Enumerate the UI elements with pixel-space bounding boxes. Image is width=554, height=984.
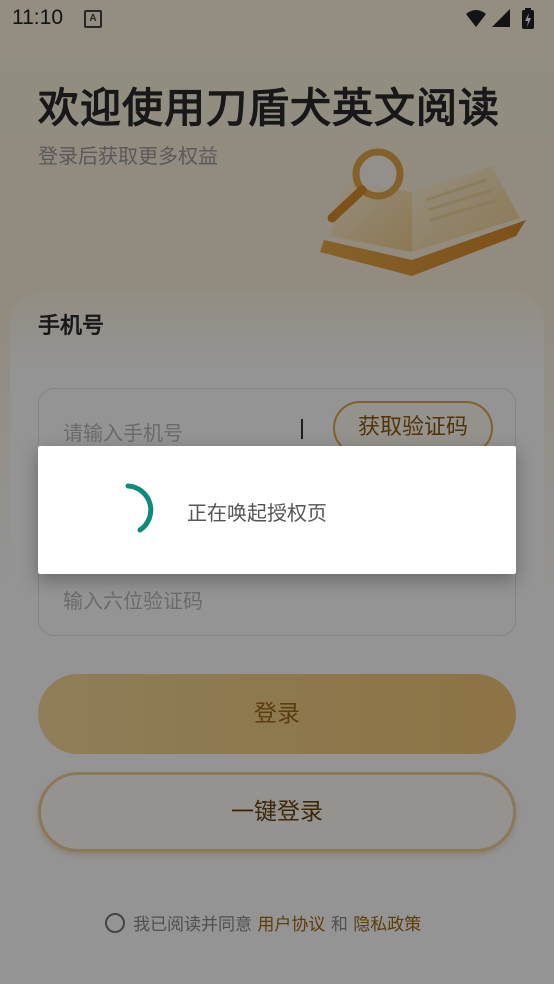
loading-dialog: 正在唤起授权页 — [38, 446, 516, 574]
dialog-message: 正在唤起授权页 — [187, 501, 327, 525]
loading-spinner-icon — [125, 483, 154, 533]
